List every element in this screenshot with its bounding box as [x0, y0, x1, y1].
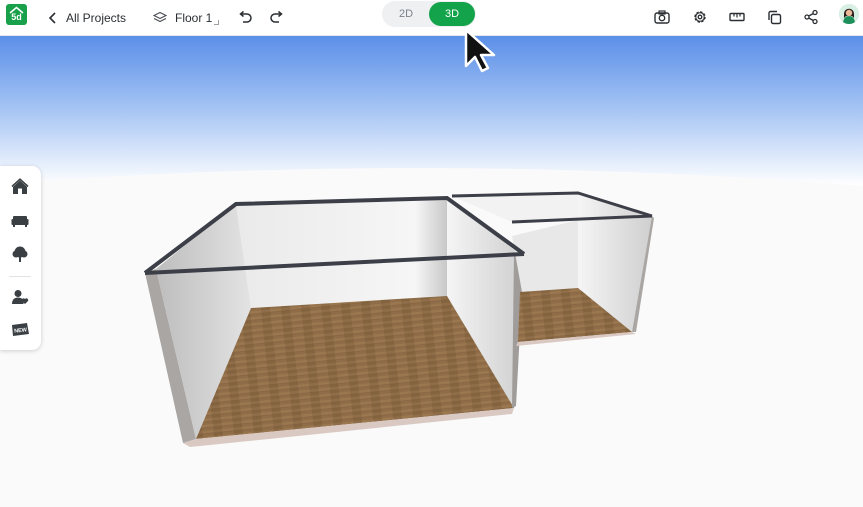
- undo-icon: [239, 10, 252, 23]
- tree-icon: [12, 246, 28, 262]
- avatar-icon: [839, 4, 859, 24]
- floor-selector[interactable]: Floor 1: [153, 0, 219, 36]
- back-to-projects-button[interactable]: All Projects: [48, 0, 126, 36]
- layers-icon: [153, 11, 167, 23]
- share-button[interactable]: [799, 5, 823, 29]
- floor-caret-icon: [214, 20, 219, 25]
- settings-button[interactable]: [688, 5, 712, 29]
- back-label: All Projects: [66, 11, 127, 25]
- left-sidebar: NEW: [0, 166, 41, 350]
- sky: [0, 36, 863, 186]
- people-icon: [12, 290, 29, 304]
- view-mode-toggle: 2D 3D: [382, 1, 476, 27]
- gear-icon: [694, 11, 706, 23]
- sidebar-item-new[interactable]: NEW: [8, 318, 32, 342]
- sidebar-item-build[interactable]: [8, 175, 32, 199]
- share-icon: [804, 9, 818, 25]
- ruler-icon: [729, 12, 745, 22]
- sofa-icon: [11, 216, 29, 227]
- home-icon: [11, 178, 29, 194]
- sidebar-item-exterior[interactable]: [8, 242, 32, 266]
- camera-icon: [654, 10, 670, 24]
- sidebar-divider: [9, 276, 31, 277]
- mouse-cursor-icon: [464, 28, 496, 73]
- snapshot-button[interactable]: [650, 5, 674, 29]
- new-badge-icon: NEW: [12, 323, 29, 336]
- chevron-left-icon: [48, 12, 56, 24]
- copy-icon: [767, 10, 781, 24]
- undo-button[interactable]: [233, 5, 257, 29]
- duplicate-button[interactable]: [762, 5, 786, 29]
- view-3d-button[interactable]: 3D: [429, 2, 475, 26]
- sidebar-item-furniture[interactable]: [8, 208, 32, 232]
- floor-label: Floor 1: [175, 11, 213, 25]
- top-toolbar: 5d All Projects Floor 1 2D 3D: [0, 0, 863, 36]
- redo-button[interactable]: [265, 5, 289, 29]
- back-wall: [236, 198, 447, 308]
- measure-button[interactable]: [725, 5, 749, 29]
- 3d-viewport[interactable]: [0, 36, 863, 507]
- logo-text: 5d: [11, 11, 22, 22]
- sidebar-item-community[interactable]: [8, 285, 32, 309]
- redo-icon: [270, 10, 283, 23]
- app-logo[interactable]: 5d: [6, 4, 27, 25]
- view-2d-button[interactable]: 2D: [383, 2, 429, 26]
- user-avatar[interactable]: [839, 4, 859, 24]
